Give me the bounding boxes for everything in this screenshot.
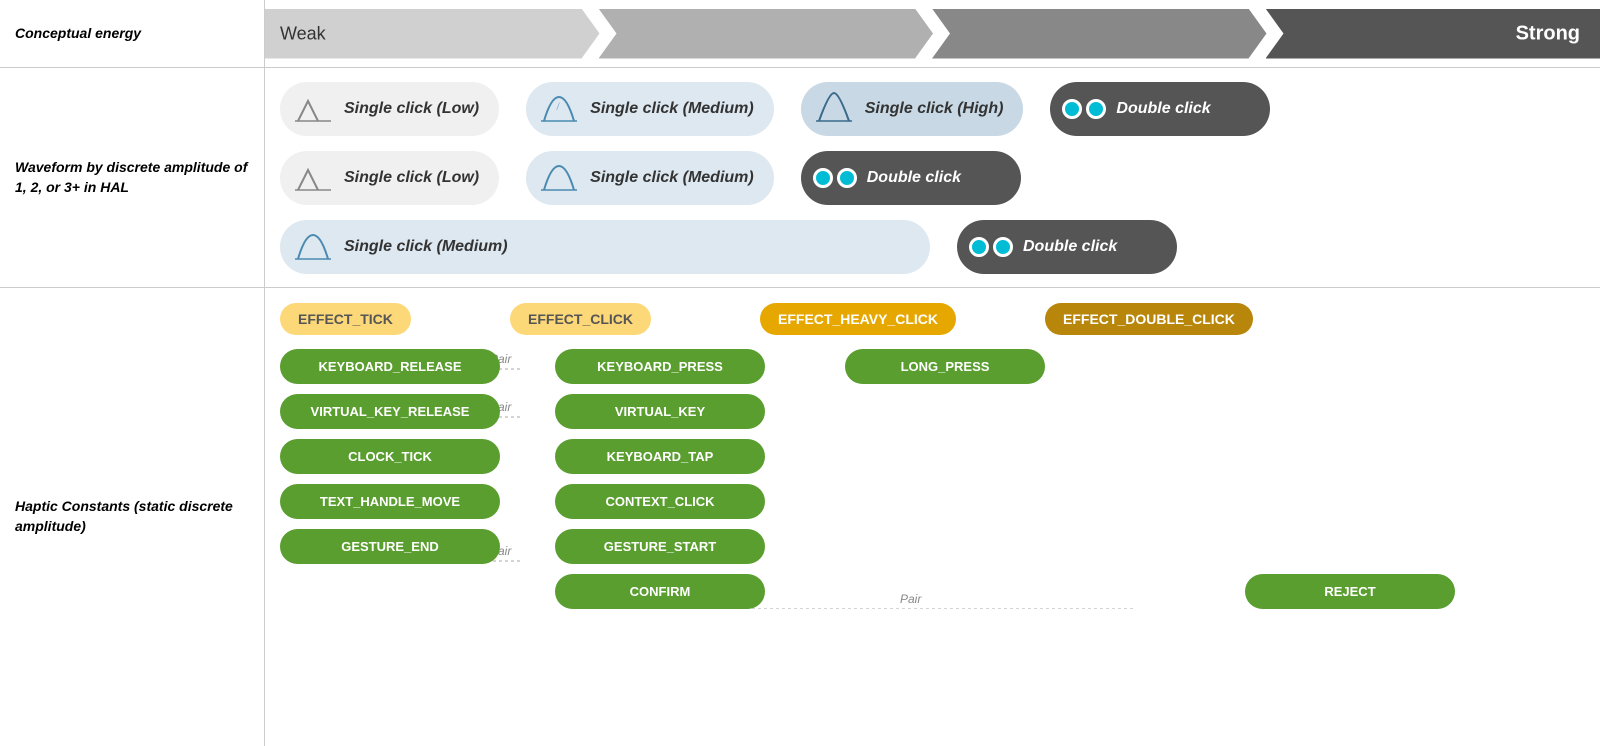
waveform-pill-double-3[interactable]: Double click xyxy=(957,220,1177,274)
waveform-label-double-2: Double click xyxy=(867,169,961,187)
haptic-label: Haptic Constants (static discrete amplit… xyxy=(0,288,264,746)
waveform-row-1: Single click (Low) ⟋ Single click (Mediu… xyxy=(280,79,1585,139)
gesture-end-btn[interactable]: GESTURE_END xyxy=(280,529,500,564)
effect-row: EFFECT_TICK EFFECT_CLICK EFFECT_HEAVY_CL… xyxy=(280,303,1585,335)
effect-click-badge[interactable]: EFFECT_CLICK xyxy=(510,303,685,335)
haptic-col-2: KEYBOARD_PRESS VIRTUAL_KEY KEYBOARD_TAP … xyxy=(555,349,765,609)
waveform-label-high-1: Single click (High) xyxy=(865,100,1004,118)
haptic-col-3: LONG_PRESS xyxy=(845,349,1045,609)
right-content: Weak Strong Single click (Low) xyxy=(265,0,1600,746)
left-labels: Conceptual energy Waveform by discrete a… xyxy=(0,0,265,746)
waveform-section: Single click (Low) ⟋ Single click (Mediu… xyxy=(265,68,1600,288)
gesture-start-btn[interactable]: GESTURE_START xyxy=(555,529,765,564)
waveform-pill-medium-1[interactable]: ⟋ Single click (Medium) xyxy=(526,82,774,136)
energy-strong-label: Strong xyxy=(1516,22,1580,45)
waveform-pill-medium-2[interactable]: Single click (Medium) xyxy=(526,151,774,205)
effect-double-click-badge[interactable]: EFFECT_DOUBLE_CLICK xyxy=(1045,303,1253,335)
effect-heavy-click-badge[interactable]: EFFECT_HEAVY_CLICK xyxy=(760,303,945,335)
reject-btn[interactable]: REJECT xyxy=(1245,574,1455,609)
keyboard-tap-btn[interactable]: KEYBOARD_TAP xyxy=(555,439,765,474)
energy-segment-3 xyxy=(932,9,1267,59)
waveform-row-2: Single click (Low) Single click (Medium) xyxy=(280,148,1585,208)
long-press-btn[interactable]: LONG_PRESS xyxy=(845,349,1045,384)
haptic-section: EFFECT_TICK EFFECT_CLICK EFFECT_HEAVY_CL… xyxy=(265,288,1600,746)
double-click-icon-1 xyxy=(1062,99,1106,119)
effect-tick-badge[interactable]: EFFECT_TICK xyxy=(280,303,475,335)
main-container: Conceptual energy Waveform by discrete a… xyxy=(0,0,1600,746)
waveform-label-medium-3: Single click (Medium) xyxy=(344,238,508,256)
double-click-dot-1a xyxy=(1062,99,1082,119)
waveform-pill-high-1[interactable]: Single click (High) xyxy=(801,82,1024,136)
energy-segment-2 xyxy=(599,9,934,59)
double-click-dot-2b xyxy=(837,168,857,188)
waveform-label-double-3: Double click xyxy=(1023,238,1117,256)
waveform-label-low-1: Single click (Low) xyxy=(344,100,479,118)
waveform-medium-icon-2 xyxy=(538,157,580,199)
double-click-dot-3a xyxy=(969,237,989,257)
waveform-pill-low-2[interactable]: Single click (Low) xyxy=(280,151,499,205)
double-click-dot-3b xyxy=(993,237,1013,257)
waveform-label: Waveform by discrete amplitude of 1, 2, … xyxy=(0,68,264,288)
double-click-icon-2 xyxy=(813,168,857,188)
conceptual-energy-label: Conceptual energy xyxy=(0,0,264,68)
double-click-dot-2a xyxy=(813,168,833,188)
waveform-pill-double-1[interactable]: Double click xyxy=(1050,82,1270,136)
waveform-high-icon xyxy=(813,88,855,130)
waveform-low-icon xyxy=(292,88,334,130)
double-click-dot-1b xyxy=(1086,99,1106,119)
haptic-constants-grid: Pair Pair Pair Pair KEYBOARD_RELEASE V xyxy=(280,349,1585,609)
confirm-btn[interactable]: CONFIRM xyxy=(555,574,765,609)
waveform-pill-low-1[interactable]: Single click (Low) xyxy=(280,82,499,136)
waveform-label-double-1: Double click xyxy=(1116,100,1210,118)
waveform-pill-medium-3[interactable]: Single click (Medium) xyxy=(280,220,930,274)
waveform-medium-icon-3 xyxy=(292,226,334,268)
waveform-low-icon-2 xyxy=(292,157,334,199)
energy-weak-label: Weak xyxy=(280,23,326,44)
keyboard-press-btn[interactable]: KEYBOARD_PRESS xyxy=(555,349,765,384)
virtual-key-release-btn[interactable]: VIRTUAL_KEY_RELEASE xyxy=(280,394,500,429)
waveform-pill-double-2[interactable]: Double click xyxy=(801,151,1021,205)
waveform-label-low-2: Single click (Low) xyxy=(344,169,479,187)
waveform-label-medium-1: Single click (Medium) xyxy=(590,100,754,118)
svg-text:⟋: ⟋ xyxy=(554,101,563,112)
text-handle-move-btn[interactable]: TEXT_HANDLE_MOVE xyxy=(280,484,500,519)
keyboard-release-btn[interactable]: KEYBOARD_RELEASE xyxy=(280,349,500,384)
waveform-medium-icon-1: ⟋ xyxy=(538,88,580,130)
energy-row: Weak Strong xyxy=(265,0,1600,68)
haptic-columns: KEYBOARD_RELEASE VIRTUAL_KEY_RELEASE CLO… xyxy=(280,349,1585,609)
context-click-btn[interactable]: CONTEXT_CLICK xyxy=(555,484,765,519)
waveform-row-3: Single click (Medium) Double click xyxy=(280,217,1585,277)
clock-tick-btn[interactable]: CLOCK_TICK xyxy=(280,439,500,474)
haptic-col-4: REJECT xyxy=(1245,574,1455,609)
waveform-label-medium-2: Single click (Medium) xyxy=(590,169,754,187)
double-click-icon-3 xyxy=(969,237,1013,257)
energy-arrow-bar: Weak Strong xyxy=(265,9,1600,59)
haptic-col-1: KEYBOARD_RELEASE VIRTUAL_KEY_RELEASE CLO… xyxy=(280,349,500,609)
virtual-key-btn[interactable]: VIRTUAL_KEY xyxy=(555,394,765,429)
